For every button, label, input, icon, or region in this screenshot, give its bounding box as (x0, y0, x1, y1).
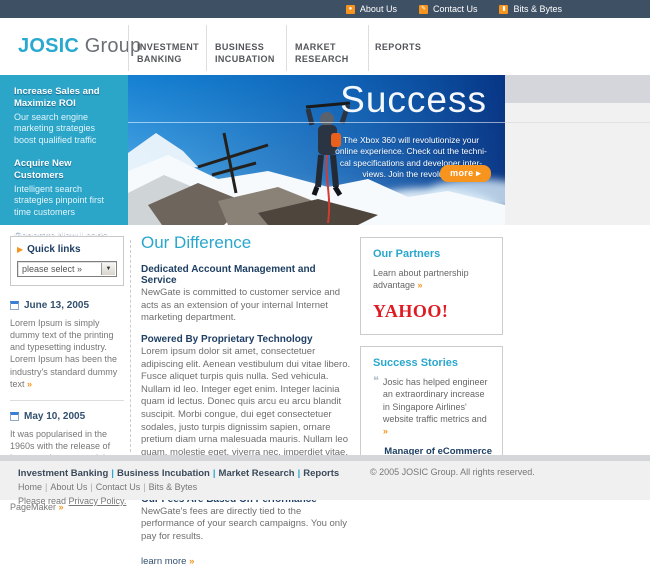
nav-label: BANKING (137, 53, 199, 65)
nav-label: INVESTMENT (137, 41, 199, 53)
gray-band (505, 75, 650, 103)
hero-copy-line: online experience. Check out the techni- (331, 146, 491, 157)
arrow-right-icon: ▶ (17, 245, 23, 254)
nav-divider (128, 25, 129, 71)
nav-item-reports[interactable]: REPORTS (375, 41, 421, 53)
nav-divider (206, 25, 207, 71)
topbar-label: Bits & Bytes (513, 4, 562, 14)
privacy-notice-prefix: Please read (18, 496, 69, 506)
news-item: June 13, 2005 Lorem Ipsum is simply dumm… (10, 300, 124, 390)
hero-copy-line: The Xbox 360 will revolutionize your (331, 135, 491, 146)
logo-primary: JOSIC (18, 35, 79, 57)
pipe-separator: | (140, 482, 148, 492)
footer-links: Investment Banking|Business Incubation|M… (18, 467, 339, 508)
right-column: Our Partners Learn about partnership adv… (360, 237, 503, 481)
promo-item[interactable]: Acquire New Customers Intelligent search… (14, 158, 116, 219)
pipe-separator: | (295, 468, 304, 479)
topbar-label: About Us (360, 4, 397, 14)
pipe-separator: | (87, 482, 95, 492)
content-section: Dedicated Account Management and Service… (141, 264, 354, 325)
divider (10, 400, 124, 401)
person-icon: ● (346, 5, 355, 14)
logo[interactable]: JOSIC Group (18, 35, 141, 58)
learn-more-link[interactable]: learn more » (141, 556, 354, 567)
footer-link-investment-banking[interactable]: Investment Banking (18, 468, 108, 479)
privacy-policy-link[interactable]: Privacy Policy. (69, 496, 127, 506)
promo-title: Acquire New Customers (14, 158, 116, 182)
promo-title: Increase Sales and Maximize ROI (14, 86, 116, 110)
section-heading: Powered By Proprietary Technology (141, 334, 354, 345)
topbar-item-about-us[interactable]: ● About Us (346, 4, 397, 14)
footer-link-contact-us[interactable]: Contact Us (96, 482, 141, 492)
footer-link-business-incubation[interactable]: Business Incubation (117, 468, 210, 479)
hero-headline: Success (340, 79, 487, 121)
double-chevron-icon[interactable]: » (27, 379, 32, 389)
copyright: © 2005 JOSIC Group. All rights reserved. (370, 467, 535, 477)
nav-label: BUSINESS (215, 41, 275, 53)
nav-label: MARKET (295, 41, 349, 53)
news-body: Lorem Ipsum is simply dummy text of the … (10, 317, 124, 390)
news-date: June 13, 2005 (24, 300, 89, 311)
section-heading: Dedicated Account Management and Service (141, 264, 354, 286)
footer-link-market-research[interactable]: Market Research (219, 468, 295, 479)
more-button[interactable]: more ▸ (440, 165, 491, 182)
double-chevron-icon: » (189, 556, 194, 567)
promo-body: Our search engine marketing strategies b… (14, 112, 116, 147)
nav-item-business-incubation[interactable]: BUSINESS INCUBATION (215, 41, 275, 65)
quick-links-select[interactable]: please select » ▼ (17, 261, 117, 277)
topbar: ● About Us ✎ Contact Us ▮ Bits & Bytes (0, 0, 650, 18)
footer-link-bits-bytes[interactable]: Bits & Bytes (149, 482, 198, 492)
section-body: NewGate is committed to customer service… (141, 287, 354, 325)
partners-box: Our Partners Learn about partnership adv… (360, 237, 503, 335)
success-stories-title: Success Stories (373, 357, 492, 369)
topbar-item-contact-us[interactable]: ✎ Contact Us (419, 4, 478, 14)
double-chevron-icon[interactable]: » (383, 426, 388, 436)
nav-divider (368, 25, 369, 71)
chevron-down-icon[interactable]: ▼ (101, 263, 115, 275)
center-column: Our Difference Dedicated Account Managem… (141, 233, 354, 567)
double-chevron-icon[interactable]: » (418, 280, 423, 290)
nav-divider (286, 25, 287, 71)
promo-body: Intelligent search strategies pinpoint f… (14, 184, 116, 219)
nav-label: INCUBATION (215, 53, 275, 65)
header: JOSIC Group INVESTMENT BANKING BUSINESS … (0, 18, 650, 75)
news-date: May 10, 2005 (24, 411, 85, 422)
promo-item[interactable]: Increase Sales and Maximize ROI Our sear… (14, 86, 116, 147)
partners-title: Our Partners (373, 248, 492, 260)
mail-icon: ✎ (419, 5, 428, 14)
footer: Investment Banking|Business Incubation|M… (0, 461, 650, 500)
nav-label: RESEARCH (295, 53, 349, 65)
column-separator (130, 240, 131, 452)
promo-sidebar: Increase Sales and Maximize ROI Our sear… (0, 75, 128, 225)
footer-link-reports[interactable]: Reports (303, 468, 339, 479)
logo-secondary: Group (85, 35, 142, 57)
learn-more-label: learn more (141, 556, 189, 567)
hero-side-panel (505, 75, 650, 225)
pipe-separator: | (210, 468, 219, 479)
quote-text: Josic has helped engineer an extraordina… (383, 377, 488, 423)
yahoo-logo[interactable]: YAHOO! (373, 301, 492, 322)
calendar-icon (10, 301, 19, 310)
hero-divider-line (128, 122, 505, 123)
partners-body: Learn about partnership advantage » (373, 267, 492, 291)
footer-link-home[interactable]: Home (18, 482, 42, 492)
hairline (505, 122, 650, 123)
quote-icon: ❝ (373, 376, 379, 437)
pipe-separator: | (108, 468, 117, 479)
select-value: please select » (22, 264, 82, 274)
calendar-icon (10, 412, 19, 421)
testimonial-quote: Josic has helped engineer an extraordina… (383, 376, 492, 437)
nav-item-investment-banking[interactable]: INVESTMENT BANKING (137, 41, 199, 65)
topbar-item-bits-bytes[interactable]: ▮ Bits & Bytes (499, 4, 562, 14)
quick-links-box: ▶ Quick links please select » ▼ (10, 236, 124, 286)
footer-link-about-us[interactable]: About Us (50, 482, 87, 492)
section-body: NewGate's fees are directly tied to the … (141, 506, 354, 544)
chart-icon: ▮ (499, 5, 508, 14)
topbar-label: Contact Us (433, 4, 478, 14)
hero-banner: Success The Xbox 360 will revolutionize … (128, 75, 505, 225)
page-title: Our Difference (141, 233, 354, 253)
nav-item-market-research[interactable]: MARKET RESEARCH (295, 41, 349, 65)
quick-links-title: Quick links (27, 244, 80, 255)
nav-label: REPORTS (375, 41, 421, 53)
